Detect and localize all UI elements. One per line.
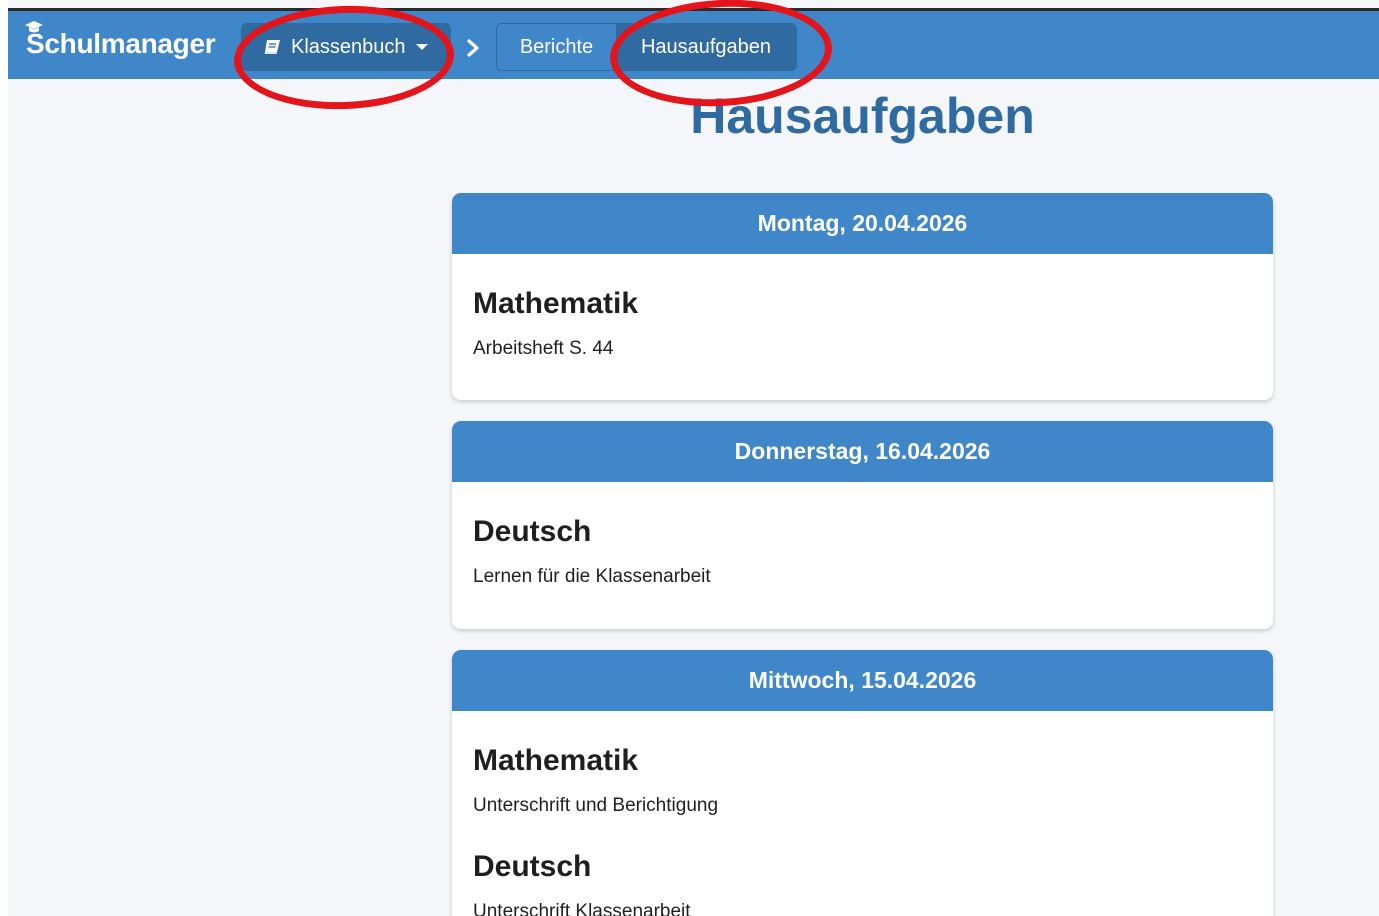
- caret-down-icon: [415, 44, 428, 50]
- top-navbar: Schulmanager Klassenbuch Berichte Hausau…: [8, 11, 1379, 79]
- chevron-right-icon: [467, 39, 479, 57]
- day-date-header: Donnerstag, 16.04.2026: [452, 421, 1273, 482]
- card-body: Mathematik Unterschrift und Berichtigung…: [452, 711, 1273, 916]
- day-date-header: Montag, 20.04.2026: [452, 193, 1273, 254]
- graduation-cap-icon: [25, 21, 43, 33]
- homework-task: Unterschrift Klassenarbeit: [473, 901, 691, 916]
- subject-name: Mathematik: [473, 287, 639, 320]
- homework-day-card: Montag, 20.04.2026 Mathematik Arbeitshef…: [452, 193, 1273, 400]
- page-title: Hausaufgaben: [690, 88, 1035, 144]
- homework-task: Lernen für die Klassenarbeit: [473, 566, 711, 587]
- card-body: Mathematik Arbeitsheft S. 44: [452, 254, 1273, 362]
- brand-name: Schulmanager: [26, 28, 216, 59]
- homework-entry: Deutsch Unterschrift Klassenarbeit: [473, 847, 1252, 916]
- homework-entry: Mathematik Unterschrift und Berichtigung: [473, 741, 1252, 819]
- breadcrumb: Berichte Hausaufgaben: [496, 23, 797, 71]
- homework-task: Unterschrift und Berichtigung: [473, 795, 719, 816]
- klassenbuch-label: Klassenbuch: [291, 35, 406, 58]
- subject-name: Deutsch: [473, 850, 592, 883]
- day-date-header: Mittwoch, 15.04.2026: [452, 650, 1273, 711]
- homework-day-card: Donnerstag, 16.04.2026 Deutsch Lernen fü…: [452, 421, 1273, 629]
- book-icon: [264, 40, 280, 54]
- subject-name: Mathematik: [473, 744, 639, 777]
- subject-name: Deutsch: [473, 515, 592, 548]
- homework-entry: Deutsch Lernen für die Klassenarbeit: [473, 512, 1252, 590]
- card-body: Deutsch Lernen für die Klassenarbeit: [452, 482, 1273, 590]
- homework-entry: Mathematik Arbeitsheft S. 44: [473, 284, 1252, 362]
- breadcrumb-hausaufgaben[interactable]: Hausaufgaben: [616, 24, 796, 70]
- brand-logo[interactable]: Schulmanager: [25, 21, 216, 64]
- breadcrumb-berichte[interactable]: Berichte: [497, 24, 616, 70]
- homework-task: Arbeitsheft S. 44: [473, 338, 614, 359]
- homework-day-card: Mittwoch, 15.04.2026 Mathematik Untersch…: [452, 650, 1273, 916]
- klassenbuch-dropdown-button[interactable]: Klassenbuch: [241, 23, 451, 71]
- left-edge: [0, 0, 8, 916]
